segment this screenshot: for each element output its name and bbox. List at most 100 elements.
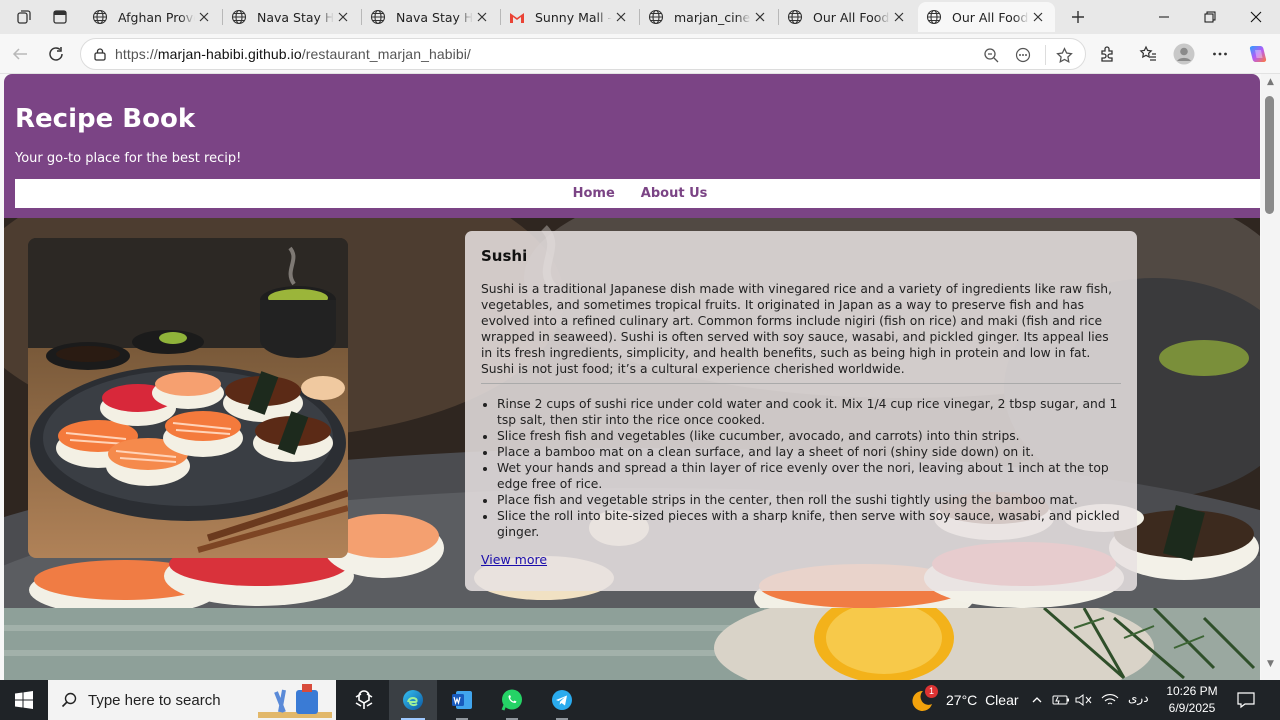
recipe-step: Slice fresh fish and vegetables (like cu…	[497, 428, 1121, 444]
search-placeholder: Type here to search	[88, 691, 221, 709]
notifications-icon[interactable]	[1236, 690, 1256, 710]
tab-title: Nava Stay Hotel	[257, 9, 334, 25]
windows-taskbar: Type here to search 1 27°C Clear دری 10:…	[0, 680, 1280, 720]
refresh-button[interactable]	[44, 42, 68, 66]
site-nav: Home About Us	[15, 179, 1260, 208]
workspaces-icon[interactable]	[13, 7, 35, 27]
chatgpt-icon	[355, 690, 373, 709]
tab-title: Nava Stay Hotel	[396, 9, 473, 25]
tab-title: Our All Food	[813, 9, 890, 25]
taskbar-whatsapp-app[interactable]	[488, 680, 536, 720]
browser-tab[interactable]: Our All Food	[918, 2, 1055, 32]
scroll-down-arrow-icon[interactable]: ▼	[1265, 659, 1276, 669]
recipe-description: Sushi is a traditional Japanese dish mad…	[481, 282, 1112, 376]
taskbar-telegram-app[interactable]	[538, 680, 586, 720]
browser-toolbar: https://marjan-habibi.github.io/restaura…	[0, 34, 1280, 74]
whatsapp-icon	[501, 689, 522, 711]
globe-icon	[231, 9, 247, 25]
volume-muted-icon[interactable]	[1075, 691, 1093, 709]
new-tab-button[interactable]	[1066, 5, 1090, 29]
recipe-hero: Sushi Sushi is a traditional Japanese di…	[4, 218, 1260, 608]
tab-close-icon[interactable]	[473, 8, 491, 26]
recipe-step: Wet your hands and spread a thin layer o…	[497, 460, 1121, 492]
profile-avatar[interactable]	[1172, 42, 1196, 66]
tab-actions-icon[interactable]	[49, 7, 71, 27]
tab-close-icon[interactable]	[195, 8, 213, 26]
zoom-icon[interactable]	[981, 45, 1001, 65]
recipe-card: Sushi Sushi is a traditional Japanese di…	[465, 231, 1137, 591]
tab-title: marjan_cinema	[674, 9, 751, 25]
wifi-icon[interactable]	[1101, 691, 1119, 709]
taskbar-search-box[interactable]: Type here to search	[48, 680, 336, 720]
search-icon	[60, 691, 78, 709]
taskbar-chatgpt-app[interactable]	[340, 680, 388, 720]
tab-close-icon[interactable]	[612, 8, 630, 26]
minimize-button[interactable]	[1141, 4, 1187, 30]
browser-tab[interactable]: Our All Food	[779, 2, 916, 32]
weather-badge: 1	[925, 685, 938, 698]
nav-about-link[interactable]: About Us	[641, 186, 708, 201]
gmail-icon	[509, 9, 525, 25]
next-section-image	[4, 608, 1260, 680]
globe-icon	[648, 9, 664, 25]
favorites-icon[interactable]	[1136, 42, 1160, 66]
browser-tab[interactable]: Afghan Proverbs	[84, 2, 221, 32]
browser-tab-strip: Afghan Proverbs Nava Stay Hotel Nava Stay …	[0, 0, 1280, 34]
weather-condition: Clear	[985, 692, 1019, 708]
tab-close-icon[interactable]	[890, 8, 908, 26]
globe-icon	[370, 9, 386, 25]
taskbar-edge-app[interactable]	[389, 680, 437, 720]
site-tagline: Your go-to place for the best recip!	[15, 151, 242, 166]
browser-tab[interactable]: Nava Stay Hotel	[223, 2, 360, 32]
scroll-up-arrow-icon[interactable]: ▲	[1265, 77, 1276, 87]
restore-button[interactable]	[1187, 4, 1233, 30]
tab-close-icon[interactable]	[751, 8, 769, 26]
reading-options-icon[interactable]	[1013, 45, 1033, 65]
recipe-step: Place fish and vegetable strips in the c…	[497, 492, 1121, 508]
tab-close-icon[interactable]	[1029, 8, 1047, 26]
site-title: Recipe Book	[15, 104, 196, 134]
url-text[interactable]: https://marjan-habibi.github.io/restaura…	[115, 46, 471, 62]
taskbar-weather-widget[interactable]: 1 27°C Clear	[912, 680, 1019, 720]
telegram-icon	[552, 690, 572, 710]
copilot-icon[interactable]	[1246, 42, 1270, 66]
clock-date: 6/9/2025	[1168, 701, 1216, 715]
battery-icon[interactable]	[1052, 691, 1070, 709]
nav-home-link[interactable]: Home	[573, 186, 615, 201]
site-header: Recipe Book Your go-to place for the bes…	[4, 74, 1260, 218]
globe-icon	[926, 9, 942, 25]
url-scheme: https://	[115, 46, 158, 62]
start-button[interactable]	[0, 680, 48, 720]
view-more-link[interactable]: View more	[481, 552, 547, 567]
favorite-star-icon[interactable]	[1054, 45, 1074, 65]
moon-weather-icon: 1	[912, 685, 938, 713]
page-scrollbar[interactable]: ▲ ▼	[1261, 74, 1280, 680]
tab-close-icon[interactable]	[334, 8, 352, 26]
show-hidden-icons-chevron-icon[interactable]	[1028, 691, 1046, 709]
browser-tab[interactable]: marjan_cinema	[640, 2, 777, 32]
clock-time: 10:26 PM	[1166, 684, 1218, 698]
url-host: marjan-habibi.github.io	[157, 46, 302, 62]
taskbar-word-app[interactable]	[438, 680, 486, 720]
input-language-indicator[interactable]: دری	[1128, 691, 1149, 705]
extensions-icon[interactable]	[1095, 42, 1119, 66]
web-page: Recipe Book Your go-to place for the bes…	[4, 74, 1260, 680]
weather-temperature: 27°C	[946, 692, 978, 708]
recipe-step: Rinse 2 cups of sushi rice under cold wa…	[497, 396, 1121, 428]
word-icon	[452, 691, 472, 709]
globe-icon	[92, 9, 108, 25]
windows-logo-icon	[15, 691, 33, 709]
back-button[interactable]	[8, 42, 32, 66]
search-highlight-art-icon	[258, 684, 332, 718]
close-window-button[interactable]	[1233, 4, 1279, 30]
browser-tab[interactable]: Nava Stay Hotel	[362, 2, 499, 32]
settings-more-icon[interactable]	[1208, 42, 1232, 66]
taskbar-clock[interactable]: 10:26 PM 6/9/2025	[1158, 683, 1226, 717]
url-path: /restaurant_marjan_habibi/	[301, 46, 471, 62]
recipe-step: Slice the roll into bite-sized pieces wi…	[497, 508, 1121, 540]
address-bar[interactable]: https://marjan-habibi.github.io/restaura…	[80, 38, 1086, 70]
browser-tab[interactable]: Sunny Mall - Y	[501, 2, 638, 32]
scrollbar-thumb[interactable]	[1265, 96, 1274, 214]
site-info-icon[interactable]	[91, 45, 109, 63]
sushi-photo	[28, 238, 348, 558]
